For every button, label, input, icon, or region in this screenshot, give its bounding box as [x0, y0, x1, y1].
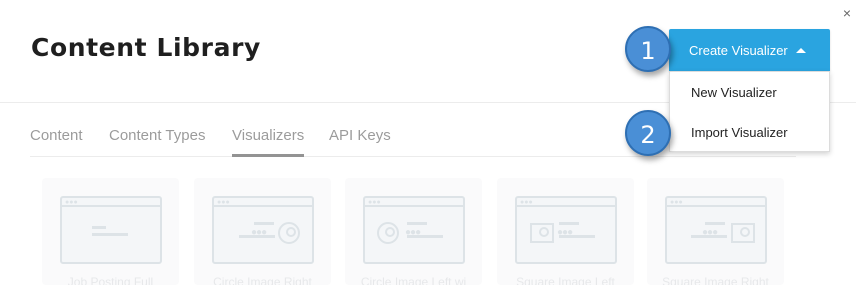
text-line-icon: [559, 222, 579, 225]
menu-item-import-visualizer[interactable]: Import Visualizer: [691, 125, 788, 140]
card-caption: Job Posting Full: [67, 275, 154, 285]
text-line-icon: [407, 235, 443, 238]
window-dots-icon: ●●●: [65, 199, 78, 206]
user-circle-icon: [377, 222, 399, 244]
template-thumbnail: ●●● ●●●: [212, 196, 314, 264]
menu-item-new-visualizer[interactable]: New Visualizer: [691, 85, 777, 100]
tab-api-keys[interactable]: API Keys: [329, 127, 391, 144]
create-visualizer-menu: New Visualizer Import Visualizer: [669, 71, 830, 152]
window-dots-icon: ●●●: [670, 199, 683, 206]
callout-badge-2: 2: [625, 110, 671, 156]
visualizer-card[interactable]: ●●● ●●● Circle Image Right: [194, 178, 331, 285]
text-line-icon: [407, 222, 427, 225]
text-line-icon: [705, 222, 725, 225]
visualizer-card[interactable]: ●●● ●●● Square Image Left: [497, 178, 634, 285]
card-caption: Square Image Right: [662, 275, 769, 285]
tab-content[interactable]: Content: [30, 127, 83, 144]
text-line-icon: [92, 233, 128, 236]
text-line-icon: [239, 235, 275, 238]
template-thumbnail: ●●● ●●●: [363, 196, 465, 264]
template-thumbnail: ●●● ●●●: [515, 196, 617, 264]
visualizer-card[interactable]: ●●● ●●● Circle Image Left wi: [345, 178, 482, 285]
caret-up-icon: [796, 48, 806, 53]
card-caption: Circle Image Left wi: [360, 275, 467, 285]
card-caption: Circle Image Right: [213, 275, 312, 285]
window-dots-icon: ●●●: [368, 199, 381, 206]
create-visualizer-label: Create Visualizer: [689, 43, 788, 58]
text-line-icon: [92, 226, 106, 229]
tab-visualizers[interactable]: Visualizers: [232, 127, 305, 157]
template-thumbnail: ●●● ●●●: [665, 196, 767, 264]
visualizer-card[interactable]: ●●● Job Posting Full: [42, 178, 179, 285]
visualizer-card[interactable]: ●●● ●●● Square Image Right: [647, 178, 784, 285]
text-line-icon: [254, 222, 274, 225]
user-square-icon: [731, 223, 755, 243]
window-dots-icon: ●●●: [520, 199, 533, 206]
text-line-icon: [559, 235, 595, 238]
create-visualizer-button[interactable]: Create Visualizer: [669, 29, 830, 71]
callout-badge-1: 1: [625, 26, 671, 72]
page-title: Content Library: [31, 33, 261, 62]
card-caption: Square Image Left: [516, 275, 615, 285]
tab-content-types[interactable]: Content Types: [109, 127, 205, 144]
window-dots-icon: ●●●: [217, 199, 230, 206]
user-square-icon: [530, 223, 554, 243]
text-line-icon: [691, 235, 727, 238]
template-thumbnail: ●●●: [60, 196, 162, 264]
close-icon[interactable]: ×: [843, 6, 851, 20]
user-circle-icon: [278, 222, 300, 244]
